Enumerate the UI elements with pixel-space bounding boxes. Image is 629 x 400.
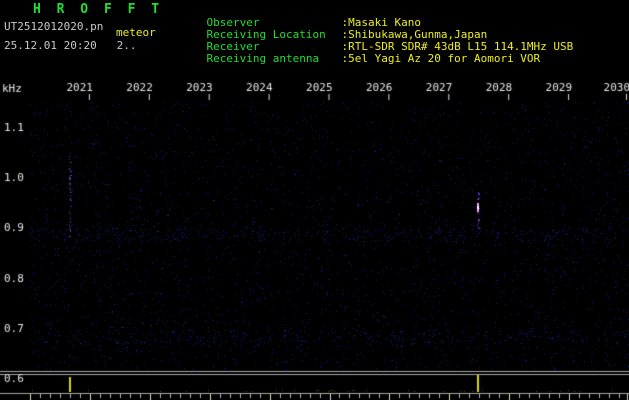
- hrofft-screen: H R O F F T UT2512012020.pn meteor 25.12…: [0, 0, 629, 400]
- mode-label: meteor: [116, 26, 156, 39]
- info-row-antenna: Receiving antenna :5el Yagi Az 20 for Aom…: [180, 41, 541, 77]
- antenna-label: Receiving antenna: [206, 52, 320, 65]
- timestamp: 25.12.01 20:20 2..: [4, 39, 137, 52]
- antenna-value: :5el Yagi Az 20 for Aomori VOR: [341, 52, 541, 65]
- app-title: H R O F F T: [33, 2, 164, 17]
- capture-filename: UT2512012020.pn: [4, 20, 104, 33]
